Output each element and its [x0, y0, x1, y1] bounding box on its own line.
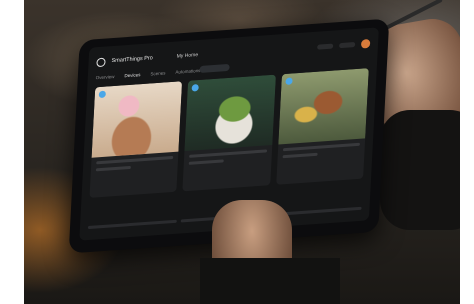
- card-row: [89, 68, 369, 198]
- card-text-line: [95, 165, 131, 172]
- footer-bar: [87, 219, 177, 230]
- scene-card[interactable]: [182, 74, 276, 192]
- home-selector[interactable]: My Home: [177, 52, 199, 60]
- scene-card[interactable]: [89, 81, 183, 198]
- card-text-line: [96, 155, 174, 165]
- card-text-line: [189, 149, 267, 158]
- tab-bar: Overview Devices Scenes Automations: [96, 68, 201, 80]
- card-text-line: [282, 142, 360, 152]
- left-sleeve: [200, 258, 340, 304]
- brand-name: SmartThings Pro: [111, 55, 153, 65]
- tab-overview[interactable]: Overview: [96, 74, 115, 80]
- smartthings-logo-icon: [96, 57, 106, 67]
- left-border: [0, 0, 24, 304]
- photo-scene: SmartThings Pro My Home Overview Devices…: [0, 0, 474, 304]
- avatar-icon[interactable]: [360, 38, 371, 49]
- filter-pill[interactable]: [199, 63, 230, 73]
- scene-card[interactable]: [275, 68, 369, 185]
- app-topbar: SmartThings Pro My Home: [96, 36, 371, 69]
- tab-automations[interactable]: Automations: [175, 68, 200, 75]
- toolbar-control[interactable]: [317, 43, 334, 50]
- toolbar-control[interactable]: [339, 41, 356, 48]
- tab-scenes[interactable]: Scenes: [150, 70, 165, 76]
- card-text-line: [189, 159, 225, 165]
- tab-devices[interactable]: Devices: [124, 72, 140, 78]
- right-border: [460, 0, 474, 304]
- card-text-line: [282, 152, 318, 159]
